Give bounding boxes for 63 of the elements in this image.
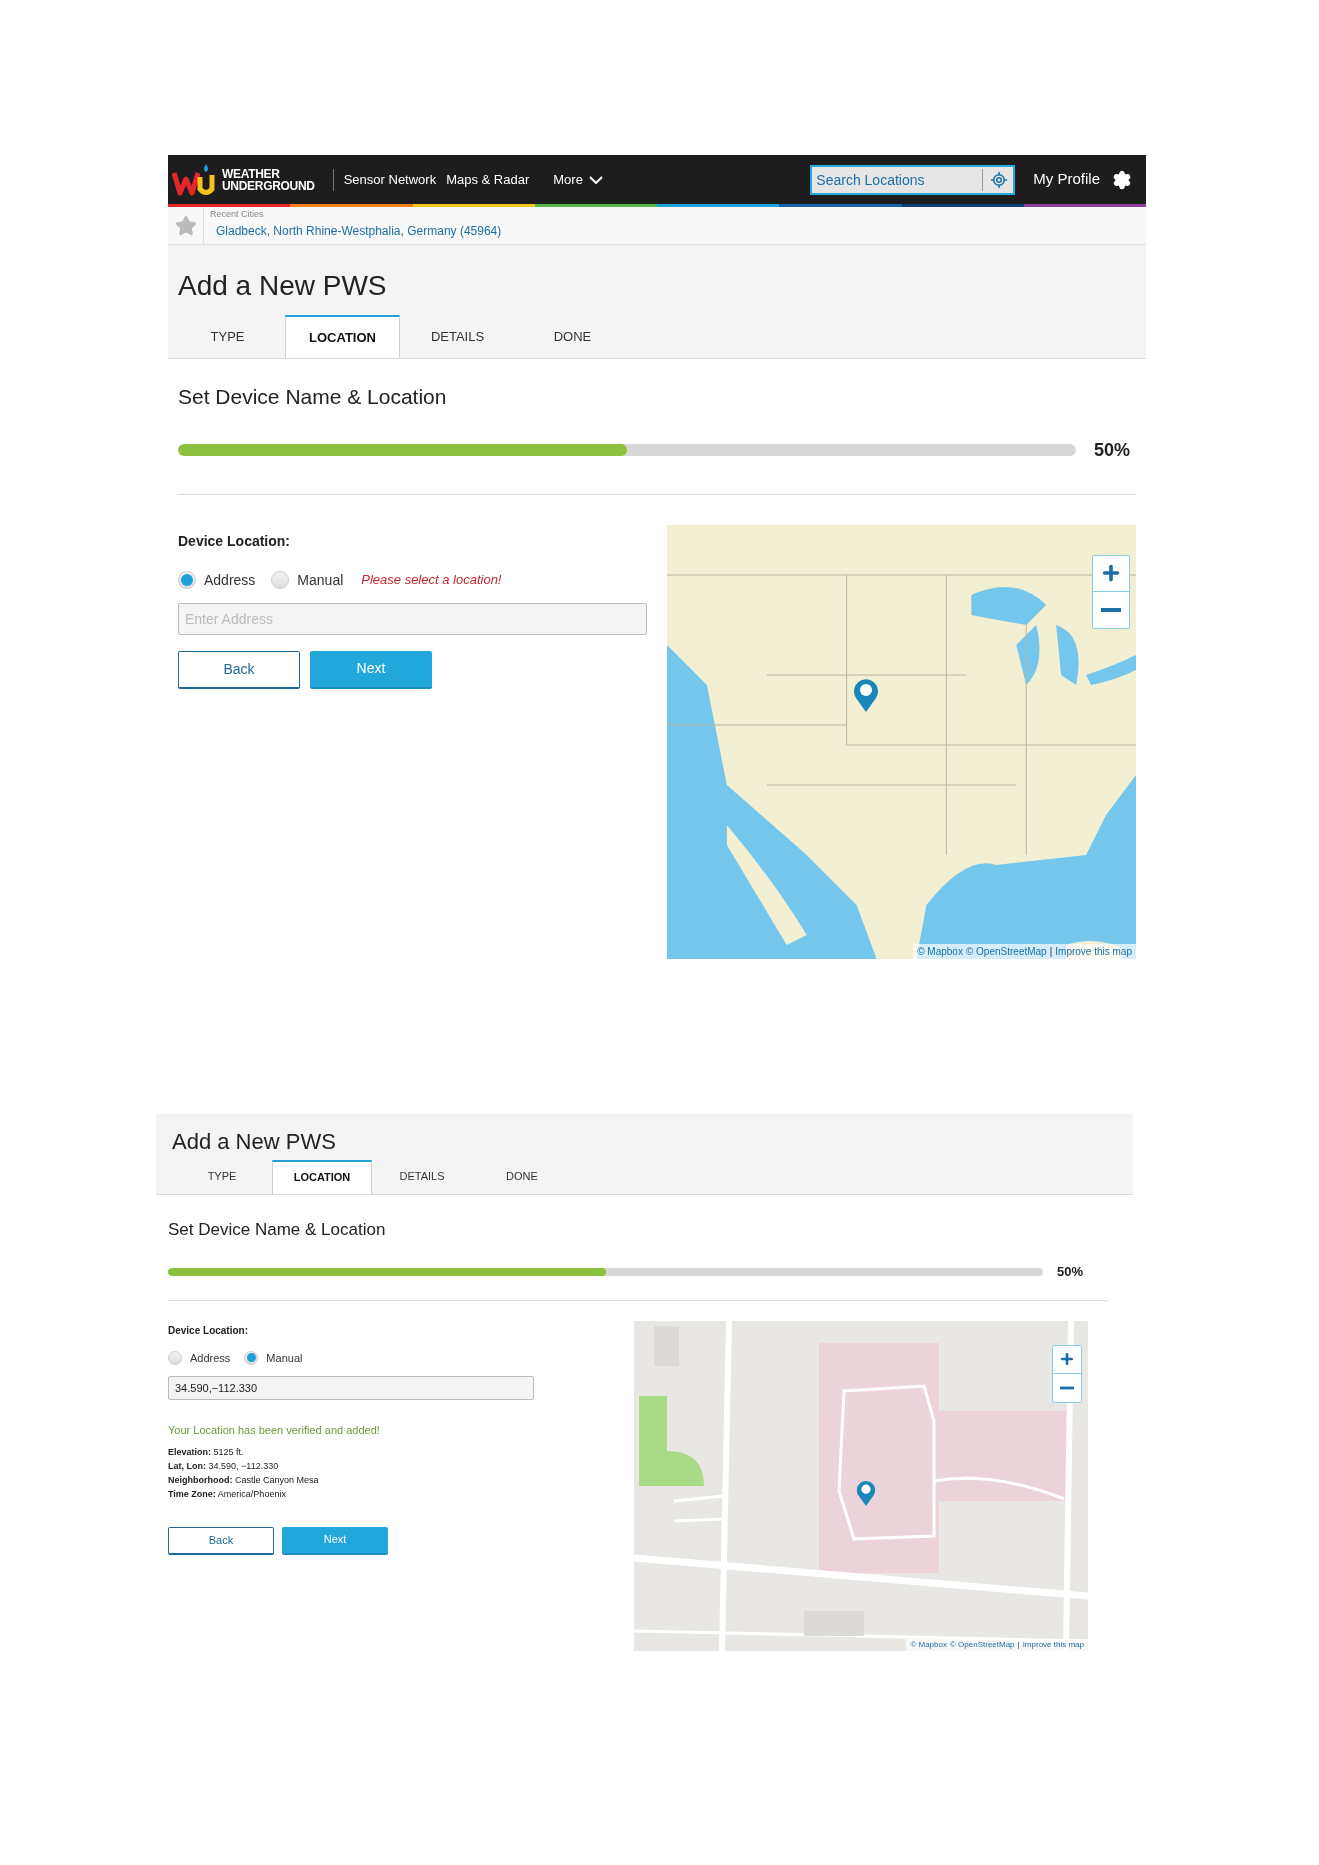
profile-link[interactable]: My Profile <box>1033 168 1100 191</box>
step-tab[interactable]: TYPE <box>170 315 285 358</box>
map[interactable]: © Mapbox © OpenStreetMap | Improve this map <box>667 524 1136 959</box>
step-tab[interactable]: DETAILS <box>400 315 515 358</box>
map-pin-icon <box>853 677 879 712</box>
location-detail: Elevation: 5125 ft. <box>168 1445 245 1459</box>
separator-text: | <box>1049 944 1053 959</box>
section-title: Set Device Name & Location <box>168 1218 387 1241</box>
location-detail: Lat, Lon: 34.590, −112.330 <box>168 1459 280 1473</box>
minus-icon <box>1060 1385 1074 1390</box>
minus-icon <box>1101 607 1121 612</box>
location-detail: Time Zone: America/Phoenix <box>168 1487 287 1501</box>
step-tab[interactable]: LOCATION <box>285 315 400 358</box>
step-tab[interactable]: LOCATION <box>272 1159 372 1194</box>
radio-label: Manual <box>297 570 344 590</box>
logo-icon <box>172 162 216 197</box>
step-tab[interactable]: DONE <box>472 1159 572 1194</box>
map-pin-icon <box>856 1479 876 1506</box>
plus-icon <box>1059 1351 1075 1367</box>
chevron-down-icon <box>588 175 603 184</box>
back-button[interactable]: Back <box>168 1526 274 1555</box>
search-field[interactable]: Search Locations <box>810 164 1016 195</box>
locate-icon[interactable] <box>990 170 1009 189</box>
attribution-link[interactable]: © Mapbox <box>910 1638 947 1651</box>
logo-text: WEATHER UNDERGROUND <box>222 167 315 192</box>
error-message: Please select a location! <box>361 571 502 590</box>
nav-link[interactable]: More <box>553 169 603 190</box>
settings-icon[interactable] <box>1112 169 1132 190</box>
attribution-link[interactable]: © OpenStreetMap <box>965 943 1047 959</box>
step-tab[interactable]: TYPE <box>172 1159 272 1194</box>
radio-label: Manual <box>266 1350 303 1366</box>
separator-text: | <box>1017 1638 1020 1651</box>
attribution-link[interactable]: © OpenStreetMap <box>949 1638 1015 1651</box>
success-message: Your Location has been verified and added! <box>168 1423 381 1438</box>
radio-label: Address <box>190 1350 231 1366</box>
map[interactable]: © Mapbox © OpenStreetMap | Improve this map <box>634 1320 1088 1651</box>
attribution-link[interactable]: © Mapbox <box>917 943 963 959</box>
field-label: Device Location: <box>178 531 292 551</box>
nav-link[interactable]: Sensor Network <box>343 169 437 190</box>
radio-button[interactable] <box>168 1350 182 1365</box>
city-link[interactable]: Gladbeck, North Rhine-Westphalia, Germany (45964) <box>210 222 502 240</box>
radio-button[interactable] <box>244 1350 259 1365</box>
radio-button[interactable] <box>271 571 290 589</box>
step-tab[interactable]: DETAILS <box>372 1159 472 1194</box>
radio-label: Address <box>204 570 256 590</box>
back-button[interactable]: Back <box>178 650 300 689</box>
attribution-link[interactable]: Improve this map <box>1022 1638 1084 1651</box>
location-field[interactable]: 34.590,−112.330 <box>168 1376 534 1400</box>
star-icon[interactable] <box>174 214 197 237</box>
nav-link[interactable]: Maps & Radar <box>446 169 530 190</box>
plus-icon <box>1100 562 1122 584</box>
page-title: Add a New PWS <box>177 269 388 303</box>
radio-button[interactable] <box>178 571 196 589</box>
field-label: Device Location: <box>168 1323 250 1338</box>
section-title: Set Device Name & Location <box>178 384 448 410</box>
page-title: Add a New PWS <box>171 1127 337 1156</box>
location-field[interactable]: Enter Address <box>178 602 647 635</box>
step-tab[interactable]: DONE <box>515 315 630 358</box>
progress-reading: 50% <box>1094 438 1131 462</box>
recent-cities-label: Recent Cities <box>210 209 265 220</box>
location-detail: Neighborhood: Castle Canyon Mesa <box>168 1473 320 1487</box>
attribution-link[interactable]: Improve this map <box>1055 943 1132 959</box>
progress-reading: 50% <box>1057 1263 1084 1281</box>
